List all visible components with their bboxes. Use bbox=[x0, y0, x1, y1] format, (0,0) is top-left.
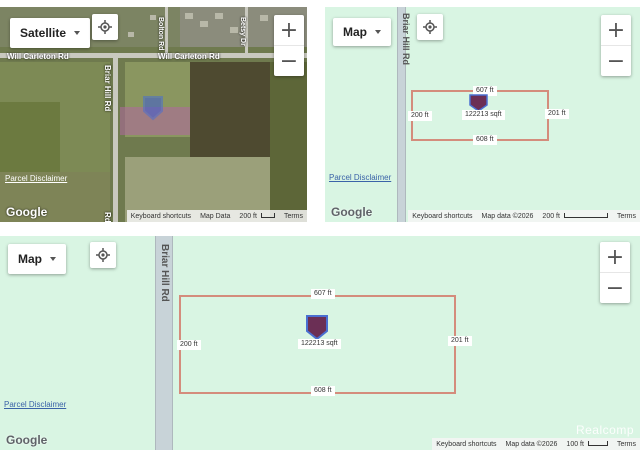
map-footer: Keyboard shortcuts Map data ©2026 100 ft… bbox=[432, 438, 640, 450]
parcel-area-label: 122213 sqft bbox=[298, 339, 341, 349]
map-data-link[interactable]: Map data ©2026 bbox=[506, 441, 558, 448]
zoom-in-button[interactable]: + bbox=[601, 15, 631, 45]
chevron-down-icon bbox=[50, 257, 56, 261]
terms-link[interactable]: Terms bbox=[617, 441, 636, 448]
map-data-link[interactable]: Map Data bbox=[200, 213, 230, 220]
scale-bar bbox=[260, 213, 275, 219]
scale-bar bbox=[587, 441, 608, 447]
map-type-label: Satellite bbox=[20, 26, 67, 40]
road-label-betsy: Betsy Dr bbox=[239, 17, 246, 46]
zoom-control: + − bbox=[274, 15, 304, 76]
map-footer: Keyboard shortcuts Map Data 200 ft Terms bbox=[126, 210, 307, 222]
crosshair-icon bbox=[96, 248, 110, 262]
zoom-in-button[interactable]: + bbox=[274, 15, 304, 45]
locate-button[interactable] bbox=[417, 14, 443, 40]
crosshair-icon bbox=[423, 20, 437, 34]
zoom-in-button[interactable]: + bbox=[600, 242, 630, 272]
map-panel-small[interactable]: Briar Hill Rd 607 ft 608 ft 200 ft 201 f… bbox=[325, 7, 640, 222]
realcomp-watermark: Realcomp bbox=[575, 423, 634, 437]
keyboard-shortcuts-link[interactable]: Keyboard shortcuts bbox=[412, 213, 472, 220]
road-label-briar-hill: Briar Hill Rd bbox=[103, 65, 112, 112]
keyboard-shortcuts-link[interactable]: Keyboard shortcuts bbox=[436, 441, 496, 448]
terms-link[interactable]: Terms bbox=[284, 213, 303, 220]
scale-indicator[interactable]: 100 ft bbox=[566, 441, 608, 448]
zoom-out-button[interactable]: − bbox=[274, 46, 304, 76]
google-logo: Google bbox=[6, 205, 48, 219]
map-type-dropdown[interactable]: Satellite bbox=[10, 18, 91, 48]
scale-indicator[interactable]: 200 ft bbox=[542, 213, 608, 220]
map-data-link[interactable]: Map data ©2026 bbox=[482, 213, 534, 220]
map-type-label: Map bbox=[343, 25, 367, 39]
keyboard-shortcuts-link[interactable]: Keyboard shortcuts bbox=[131, 213, 191, 220]
zoom-control: + − bbox=[601, 15, 631, 76]
google-logo: Google bbox=[6, 433, 48, 447]
parcel-disclaimer-link[interactable]: Parcel Disclaimer bbox=[4, 400, 66, 409]
crosshair-icon bbox=[98, 20, 112, 34]
satellite-map-panel[interactable]: Will Carleton Rd Will Carleton Rd Briar … bbox=[0, 7, 307, 222]
zoom-control: + − bbox=[600, 242, 630, 303]
road-label-bolton: Bolton Rd bbox=[157, 17, 164, 51]
zoom-out-button[interactable]: − bbox=[600, 273, 630, 303]
map-type-dropdown[interactable]: Map bbox=[333, 18, 391, 46]
map-footer: Keyboard shortcuts Map data ©2026 200 ft… bbox=[408, 210, 640, 222]
road-label-will-carleton: Will Carleton Rd bbox=[7, 52, 69, 61]
google-logo: Google bbox=[331, 205, 373, 219]
terms-link[interactable]: Terms bbox=[617, 213, 636, 220]
zoom-out-button[interactable]: − bbox=[601, 46, 631, 76]
parcel-disclaimer-link[interactable]: Parcel Disclaimer bbox=[5, 174, 67, 183]
scale-bar bbox=[563, 213, 608, 219]
locate-button[interactable] bbox=[92, 14, 118, 40]
parcel-area-label: 122213 sqft bbox=[462, 110, 505, 120]
parcel-disclaimer-link[interactable]: Parcel Disclaimer bbox=[329, 173, 391, 182]
road-label-will-carleton-2: Will Carleton Rd bbox=[158, 52, 220, 61]
chevron-down-icon bbox=[375, 30, 381, 34]
map-panel-large[interactable]: Briar Hill Rd 607 ft 608 ft 200 ft 201 f… bbox=[0, 236, 640, 450]
scale-indicator[interactable]: 200 ft bbox=[239, 213, 275, 220]
map-type-label: Map bbox=[18, 252, 42, 266]
chevron-down-icon bbox=[74, 31, 81, 35]
locate-button[interactable] bbox=[90, 242, 116, 268]
road-label-briar-hill-bottom: Rd bbox=[103, 212, 112, 222]
map-type-dropdown[interactable]: Map bbox=[8, 244, 66, 274]
